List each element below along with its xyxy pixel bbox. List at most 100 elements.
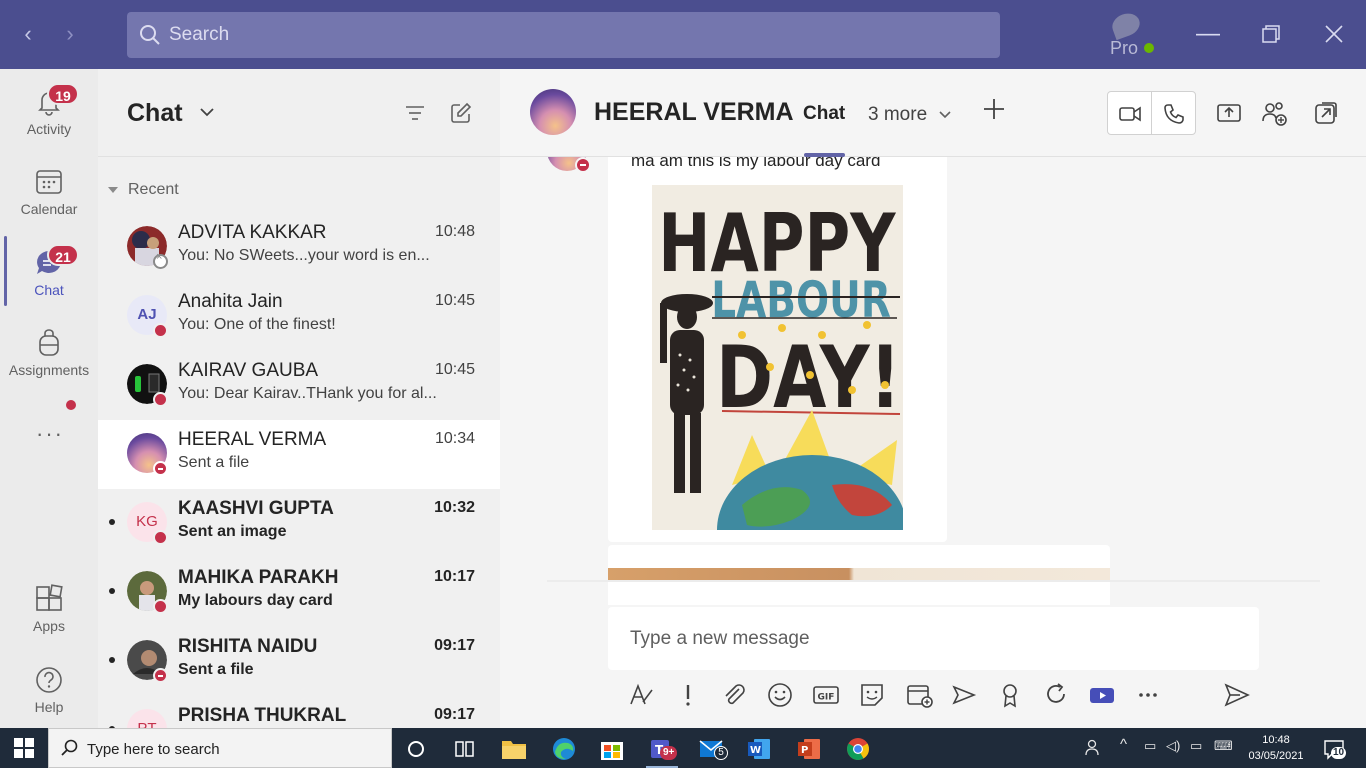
send-icon[interactable] <box>1222 680 1252 710</box>
message-input[interactable] <box>630 624 1230 654</box>
people-icon[interactable] <box>1084 738 1100 759</box>
avatar: PT <box>127 709 167 728</box>
more-tabs-button[interactable]: 3 more <box>868 104 952 126</box>
battery-icon[interactable]: ▭ <box>1190 738 1202 754</box>
video-call-icon[interactable] <box>1118 102 1142 126</box>
new-chat-icon[interactable] <box>449 101 473 125</box>
file-explorer-icon[interactable] <box>494 732 534 766</box>
back-icon[interactable]: ‹ <box>16 22 40 46</box>
schedule-meeting-icon[interactable] <box>905 680 935 710</box>
windows-start-icon[interactable] <box>14 738 34 758</box>
share-screen-icon[interactable] <box>1215 99 1243 127</box>
rail-item-assignments[interactable]: Assignments <box>0 316 98 388</box>
restore-icon <box>1262 25 1280 43</box>
chat-row-kairav[interactable]: KAIRAV GAUBA 10:45 You: Dear Kairav..THa… <box>98 351 500 420</box>
chat-row-preview: You: Dear Kairav..THank you for al... <box>178 385 437 402</box>
filter-icon[interactable] <box>403 101 427 125</box>
sticker-icon[interactable] <box>857 680 887 710</box>
gif-icon[interactable]: GIF <box>811 680 841 710</box>
status-busy-icon <box>153 392 168 407</box>
task-view-icon[interactable] <box>444 732 484 766</box>
audio-call-icon[interactable] <box>1162 102 1186 126</box>
pop-out-icon[interactable] <box>1312 99 1340 127</box>
unread-dot-icon <box>109 519 115 525</box>
priority-icon[interactable] <box>673 680 703 710</box>
calendar-icon <box>36 170 62 194</box>
chevron-down-icon[interactable] <box>198 103 216 121</box>
more-options-icon[interactable] <box>1133 680 1163 710</box>
show-hidden-icons-icon[interactable]: ^ <box>1120 736 1127 753</box>
add-people-icon[interactable] <box>1260 99 1288 127</box>
forward-icon[interactable]: › <box>58 22 82 46</box>
notification-count: 10 <box>1331 747 1347 759</box>
chat-row-mahika[interactable]: MAHIKA PARAKH 10:17 My labours day card <box>98 558 500 627</box>
keyboard-icon[interactable]: ⌨ <box>1214 738 1233 754</box>
avatar-initials: PT <box>127 709 167 728</box>
chat-row-kaashvi[interactable]: KG KAASHVI GUPTA 10:32 Sent an image <box>98 489 500 558</box>
taskbar-search-input[interactable] <box>87 738 377 760</box>
avatar <box>127 364 168 407</box>
more-apps-button[interactable]: ··· <box>36 421 64 447</box>
rail-item-calendar[interactable]: Calendar <box>0 155 98 227</box>
add-tab-button[interactable] <box>982 97 1006 127</box>
recent-section-header[interactable]: Recent <box>108 181 179 199</box>
status-busy-icon <box>153 323 168 338</box>
backpack-icon <box>39 329 59 356</box>
chat-row-time: 10:17 <box>434 568 475 585</box>
taskbar-clock[interactable]: 10:48 03/05/2021 <box>1246 732 1306 764</box>
chat-row-prisha[interactable]: PT PRISHA THUKRAL 09:17 <box>98 696 500 728</box>
taskbar-search[interactable] <box>48 728 392 768</box>
contact-avatar[interactable] <box>530 89 576 135</box>
youtube-icon[interactable] <box>1087 680 1117 710</box>
volume-icon[interactable]: ◁) <box>1166 738 1180 754</box>
chat-row-rishita[interactable]: RISHITA NAIDU 09:17 Sent a file <box>98 627 500 696</box>
avatar: AJ <box>127 295 168 338</box>
chrome-icon[interactable] <box>838 732 878 766</box>
chat-row-name: KAIRAV GAUBA <box>178 360 319 381</box>
rail-label-assignments: Assignments <box>8 362 90 378</box>
contact-name[interactable]: HEERAL VERMA <box>594 98 794 127</box>
store-icon[interactable] <box>592 732 632 766</box>
edge-icon[interactable] <box>544 732 584 766</box>
restore-button[interactable] <box>1255 18 1287 50</box>
teams-taskbar-icon[interactable]: T 9+ <box>642 732 682 768</box>
attach-icon[interactable] <box>719 680 749 710</box>
chat-row-heeral[interactable]: HEERAL VERMA 10:34 Sent a file <box>98 420 500 489</box>
chat-row-anahita[interactable]: AJ Anahita Jain 10:45 You: One of the fi… <box>98 282 500 351</box>
action-center-icon[interactable]: 10 <box>1323 738 1347 760</box>
chat-list-title[interactable]: Chat <box>127 99 183 128</box>
profile-avatar[interactable]: Pro <box>1108 9 1156 60</box>
close-button[interactable] <box>1318 18 1350 50</box>
tab-chat[interactable]: Chat <box>803 103 845 125</box>
clock-time: 10:48 <box>1262 734 1290 746</box>
profile-image <box>1109 9 1143 41</box>
apps-icon <box>36 584 63 611</box>
compose-box[interactable] <box>608 607 1259 670</box>
cortana-icon[interactable] <box>396 732 436 766</box>
profile-label: Pro <box>1110 38 1139 58</box>
rail-item-activity[interactable]: 19 Activity <box>0 75 98 147</box>
svg-text:P: P <box>801 745 808 756</box>
powerpoint-icon[interactable]: P <box>790 732 830 766</box>
app-rail: 19 Activity Calendar 21 Chat Assignments… <box>0 69 98 728</box>
rail-item-apps[interactable]: Apps <box>0 572 98 644</box>
rail-item-help[interactable]: Help <box>0 653 98 725</box>
loop-icon[interactable] <box>1041 680 1071 710</box>
emoji-icon[interactable] <box>765 680 795 710</box>
labour-day-card-image[interactable]: HAPPY LABOUR DAY! <box>652 185 903 530</box>
word-icon[interactable]: W <box>740 732 780 766</box>
search-input[interactable] <box>169 20 969 50</box>
rail-label-help: Help <box>34 699 64 715</box>
chat-row-advita[interactable]: ADVITA KAKKAR 10:48 You: No SWeets...you… <box>98 213 500 282</box>
minimize-button[interactable]: — <box>1192 18 1224 50</box>
rail-item-chat[interactable]: 21 Chat <box>0 236 98 308</box>
chat-row-preview: Sent a file <box>178 454 250 471</box>
format-icon[interactable] <box>627 680 657 710</box>
network-icon[interactable]: ▭ <box>1144 738 1156 754</box>
mail-taskbar-icon[interactable]: 5 <box>692 732 732 766</box>
praise-icon[interactable] <box>995 680 1025 710</box>
stream-icon[interactable] <box>949 680 979 710</box>
online-status-icon <box>1142 41 1156 55</box>
chat-row-preview: Sent an image <box>178 523 287 540</box>
search-box[interactable] <box>127 12 1000 58</box>
